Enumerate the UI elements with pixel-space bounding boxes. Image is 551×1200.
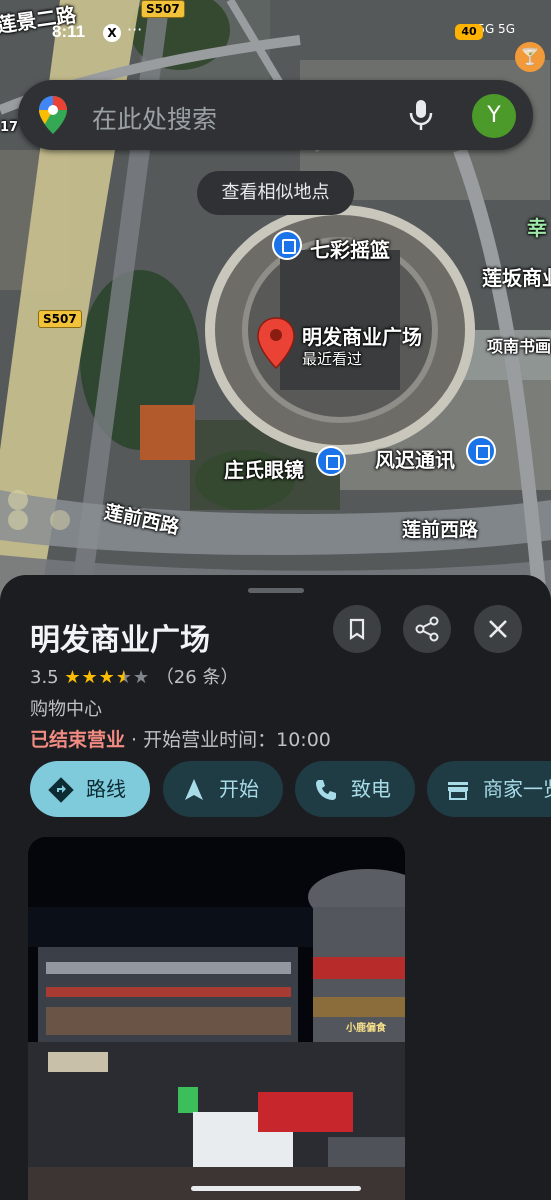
map-label-road-right: 莲前西路 — [402, 519, 479, 541]
directions-button[interactable]: 路线 — [30, 761, 150, 817]
home-indicator[interactable] — [191, 1186, 361, 1191]
share-icon — [415, 616, 439, 642]
navigation-icon — [185, 779, 203, 800]
save-button[interactable] — [333, 605, 381, 653]
battery-icon: 40 — [455, 24, 483, 40]
cocktail-icon[interactable]: 🍸 — [515, 42, 545, 72]
status-closed: 已结束营业 — [30, 729, 126, 751]
star-rating-icon: ★★★★★ — [64, 667, 151, 688]
poi-bag-icon-zhuangshi[interactable] — [316, 446, 346, 476]
start-label: 开始 — [219, 777, 259, 801]
account-avatar[interactable]: Y — [472, 94, 516, 138]
map-label-left-edge: 17 — [0, 120, 19, 135]
more-notifications-icon: ··· — [127, 20, 143, 39]
place-photo[interactable]: 小鹿偏食 — [28, 837, 405, 1200]
poi-bag-icon-fengchi[interactable] — [466, 436, 496, 466]
maps-logo-icon — [39, 96, 67, 134]
call-label: 致电 — [351, 777, 391, 801]
bookmark-icon — [349, 618, 365, 641]
store-icon — [448, 782, 468, 800]
road-sign-s507-top: S507 — [141, 0, 185, 18]
close-button[interactable] — [474, 605, 522, 653]
phone-icon — [316, 780, 336, 800]
store-list-label: 商家一览 — [483, 777, 551, 801]
start-button[interactable]: 开始 — [163, 761, 283, 817]
map-label-qicai[interactable]: 七彩摇篮 — [310, 234, 390, 263]
opening-hours[interactable]: 已结束营业 · 开始营业时间：10:00 — [30, 725, 331, 752]
search-bar[interactable]: 在此处搜索 Y — [18, 80, 533, 150]
directions-label: 路线 — [86, 777, 126, 801]
road-sign-s507-left: S507 — [38, 310, 82, 328]
map-label-xiangnan[interactable]: 项南书画 — [487, 333, 551, 357]
status-time: 8:11 — [52, 22, 86, 41]
map-label-fengchi[interactable]: 风迟通讯 — [375, 444, 455, 473]
review-count[interactable]: （26 条） — [156, 667, 239, 688]
microphone-icon[interactable] — [408, 98, 434, 132]
map-label-place-sub: 最近看过 — [302, 350, 363, 368]
call-button[interactable]: 致电 — [295, 761, 415, 817]
status-bar: 8:11 X ··· 5G 5G 40 — [0, 18, 551, 48]
close-icon — [489, 620, 507, 638]
place-title: 明发商业广场 — [30, 623, 210, 658]
selected-place-pin-icon[interactable] — [256, 316, 296, 370]
map-label-lianban[interactable]: 莲坂商业 — [482, 262, 551, 291]
map-label-edge: 幸 — [527, 216, 547, 240]
place-category: 购物中心 — [30, 699, 102, 720]
rating-value: 3.5 — [30, 667, 59, 688]
poi-bag-icon-qicai[interactable] — [272, 230, 302, 260]
store-list-button[interactable]: 商家一览 — [427, 761, 551, 817]
place-details-sheet: 明发商业广场 3.5 ★★★★★ （26 条） 购物中心 已结束营业 · 开始营… — [0, 575, 551, 1200]
similar-places-button[interactable]: 查看相似地点 — [197, 171, 354, 215]
opening-time: · 开始营业时间：10:00 — [125, 729, 331, 751]
x-app-icon: X — [103, 24, 121, 42]
photo-shop-sign: 小鹿偏食 — [346, 1023, 386, 1034]
map-label-zhuangshi[interactable]: 庄氏眼镜 — [224, 454, 304, 483]
sheet-drag-handle[interactable] — [248, 588, 304, 593]
share-button[interactable] — [403, 605, 451, 653]
directions-icon — [48, 777, 74, 803]
rating-row[interactable]: 3.5 ★★★★★ （26 条） — [30, 663, 238, 689]
map-label-place-name[interactable]: 明发商业广场 — [302, 321, 422, 350]
search-input[interactable]: 在此处搜索 — [92, 100, 217, 136]
